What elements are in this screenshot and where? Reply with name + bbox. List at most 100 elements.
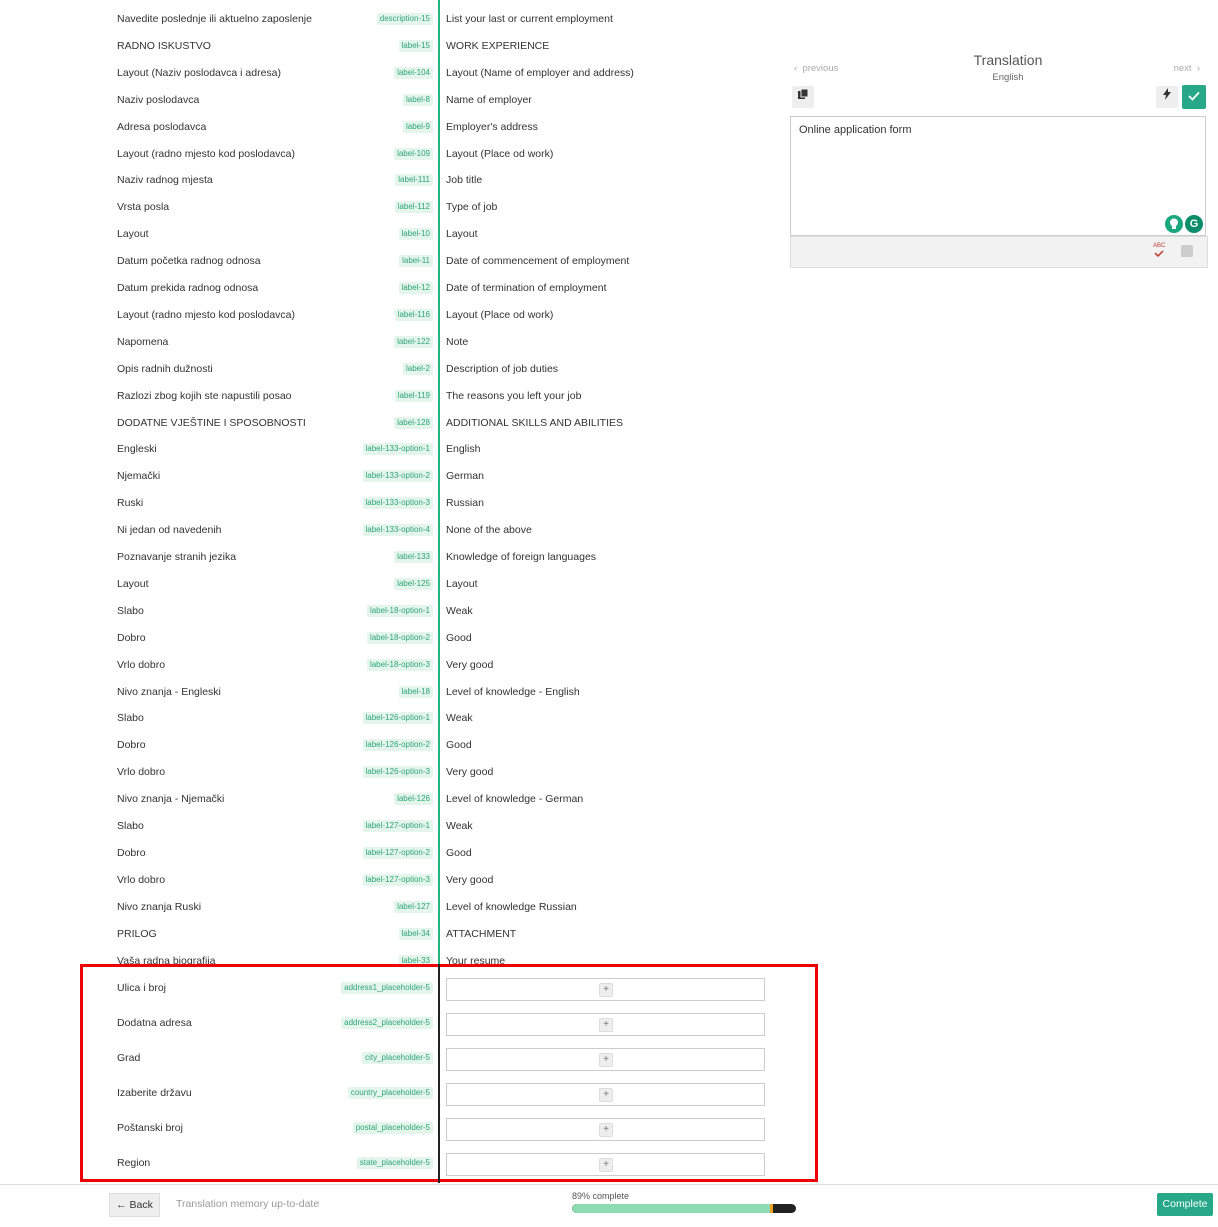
segment-key-badge: label-33 xyxy=(398,954,433,967)
target-text: Layout (Place od work) xyxy=(446,147,554,160)
target-text: Layout (Name of employer and address) xyxy=(446,66,634,79)
check-icon xyxy=(1188,91,1200,101)
target-text: Russian xyxy=(446,497,484,510)
translation-input[interactable]: + xyxy=(446,978,765,1001)
translation-input[interactable]: + xyxy=(446,1153,765,1176)
target-text: Layout xyxy=(446,577,478,590)
add-translation-button[interactable]: + xyxy=(599,1123,613,1137)
confirm-button[interactable] xyxy=(1182,85,1206,109)
grammarly-icon[interactable]: G xyxy=(1185,215,1203,233)
source-text: Vrsta posla xyxy=(117,201,170,214)
source-text: Njemački xyxy=(117,470,161,483)
target-text: Weak xyxy=(446,820,473,832)
add-translation-button[interactable]: + xyxy=(599,983,613,997)
translation-input[interactable]: + xyxy=(446,1048,765,1071)
target-text: ATTACHMENT xyxy=(446,927,517,940)
source-text: DODATNE VJEŠTINE I SPOSOBNOSTI xyxy=(117,416,306,429)
complete-button[interactable]: Complete xyxy=(1157,1193,1213,1216)
source-text: Datum početka radnog odnosa xyxy=(117,255,261,268)
target-text: Date of termination of employment xyxy=(446,282,607,294)
segment-key-badge: label-8 xyxy=(402,93,433,106)
source-text: Poštanski broj xyxy=(117,1122,183,1134)
target-text: Weak xyxy=(446,712,473,725)
source-text: Nivo znanja - Njemački xyxy=(117,793,225,806)
add-translation-button[interactable]: + xyxy=(599,1158,613,1172)
tm-status: Translation memory up-to-date xyxy=(176,1198,320,1210)
target-text: Level of knowledge - English xyxy=(446,685,580,698)
segment-key-badge: label-133-option-4 xyxy=(362,524,433,537)
target-text: Very good xyxy=(446,658,494,671)
segment-key-badge: label-127 xyxy=(394,900,433,913)
editor-text: Online application form xyxy=(799,124,912,136)
next-link[interactable]: next › xyxy=(1174,63,1200,74)
segment-key-badge: label-10 xyxy=(398,228,433,241)
segment-key-badge: country_placeholder-5 xyxy=(347,1087,433,1099)
segment-key-badge: label-126 xyxy=(394,793,433,806)
segment-key-badge: label-104 xyxy=(394,66,433,79)
back-button[interactable]: ← Back xyxy=(109,1193,160,1217)
target-text: Layout xyxy=(446,228,478,241)
source-text: Dodatna adresa xyxy=(117,1017,192,1029)
segment-key-badge: label-126-option-2 xyxy=(362,739,433,752)
target-text: Level of knowledge Russian xyxy=(446,900,577,913)
segment-key-badge: label-2 xyxy=(402,362,433,375)
source-text: Layout xyxy=(117,577,149,590)
copy-icon xyxy=(797,88,808,99)
add-translation-button[interactable]: + xyxy=(599,1018,613,1032)
source-text: Navedite poslednje ili aktuelno zaposlen… xyxy=(117,13,312,25)
segment-key-badge: label-122 xyxy=(394,335,433,348)
segment-key-badge: label-133 xyxy=(394,551,433,563)
add-translation-button[interactable]: + xyxy=(599,1088,613,1102)
source-text: Izaberite državu xyxy=(117,1087,192,1099)
target-text: Good xyxy=(446,739,472,752)
source-text: Ruski xyxy=(117,497,144,510)
segment-key-badge: label-119 xyxy=(394,389,433,402)
target-text: Employer's address xyxy=(446,120,538,133)
translation-input[interactable]: + xyxy=(446,1118,765,1141)
source-text: Ulica i broj xyxy=(117,982,167,994)
translation-input[interactable]: + xyxy=(446,1083,765,1106)
source-text: Layout (radno mjesto kod poslodavca) xyxy=(117,147,296,160)
segment-key-badge: label-128 xyxy=(394,416,433,429)
bolt-icon xyxy=(1163,88,1171,100)
target-text: None of the above xyxy=(446,524,532,537)
progress-label: 89% complete xyxy=(572,1191,630,1201)
spellcheck-icon[interactable]: ABC xyxy=(1153,242,1165,260)
glossary-icon[interactable] xyxy=(1181,245,1193,257)
source-text: PRILOG xyxy=(117,927,157,940)
source-text: Ni jedan od navedenih xyxy=(117,524,222,537)
source-text: Layout (Naziv poslodavca i adresa) xyxy=(117,66,282,79)
source-text: Grad xyxy=(117,1052,141,1064)
source-text: Datum prekida radnog odnosa xyxy=(117,282,259,294)
segment-key-badge: label-126-option-1 xyxy=(362,712,433,725)
target-text: English xyxy=(446,443,481,456)
copy-source-button[interactable] xyxy=(792,86,814,108)
add-translation-button[interactable]: + xyxy=(599,1053,613,1067)
segment-key-badge: label-133-option-1 xyxy=(362,443,433,456)
segment-key-badge: label-127-option-1 xyxy=(362,820,433,832)
source-text: Dobro xyxy=(117,739,146,752)
editor-toolbar: ABC xyxy=(790,236,1208,268)
target-text: Type of job xyxy=(446,201,498,214)
source-text: Region xyxy=(117,1157,151,1169)
spellcheck-check xyxy=(1154,250,1164,258)
target-text: WORK EXPERIENCE xyxy=(446,39,550,52)
translation-input[interactable]: + xyxy=(446,1013,765,1036)
target-text: Good xyxy=(446,846,472,859)
source-text: Engleski xyxy=(117,443,157,456)
source-text: Nivo znanja Ruski xyxy=(117,900,202,913)
segment-key-badge: label-12 xyxy=(398,282,433,294)
source-text: Napomena xyxy=(117,335,169,348)
segment-key-badge: label-116 xyxy=(394,308,433,321)
segment-key-badge: state_placeholder-5 xyxy=(356,1157,433,1169)
segment-divider-untranslated xyxy=(438,964,440,1183)
progress-fill xyxy=(572,1204,772,1213)
translation-editor[interactable]: Online application form G xyxy=(790,116,1206,236)
target-text: Name of employer xyxy=(446,93,532,106)
segment-key-badge: label-15 xyxy=(398,39,433,52)
lightbulb-icon[interactable] xyxy=(1165,215,1183,233)
lightbulb-glyph xyxy=(1170,218,1178,229)
source-text: Vrlo dobro xyxy=(117,873,166,886)
source-text: Poznavanje stranih jezika xyxy=(117,551,237,563)
machine-translate-button[interactable] xyxy=(1156,86,1178,108)
